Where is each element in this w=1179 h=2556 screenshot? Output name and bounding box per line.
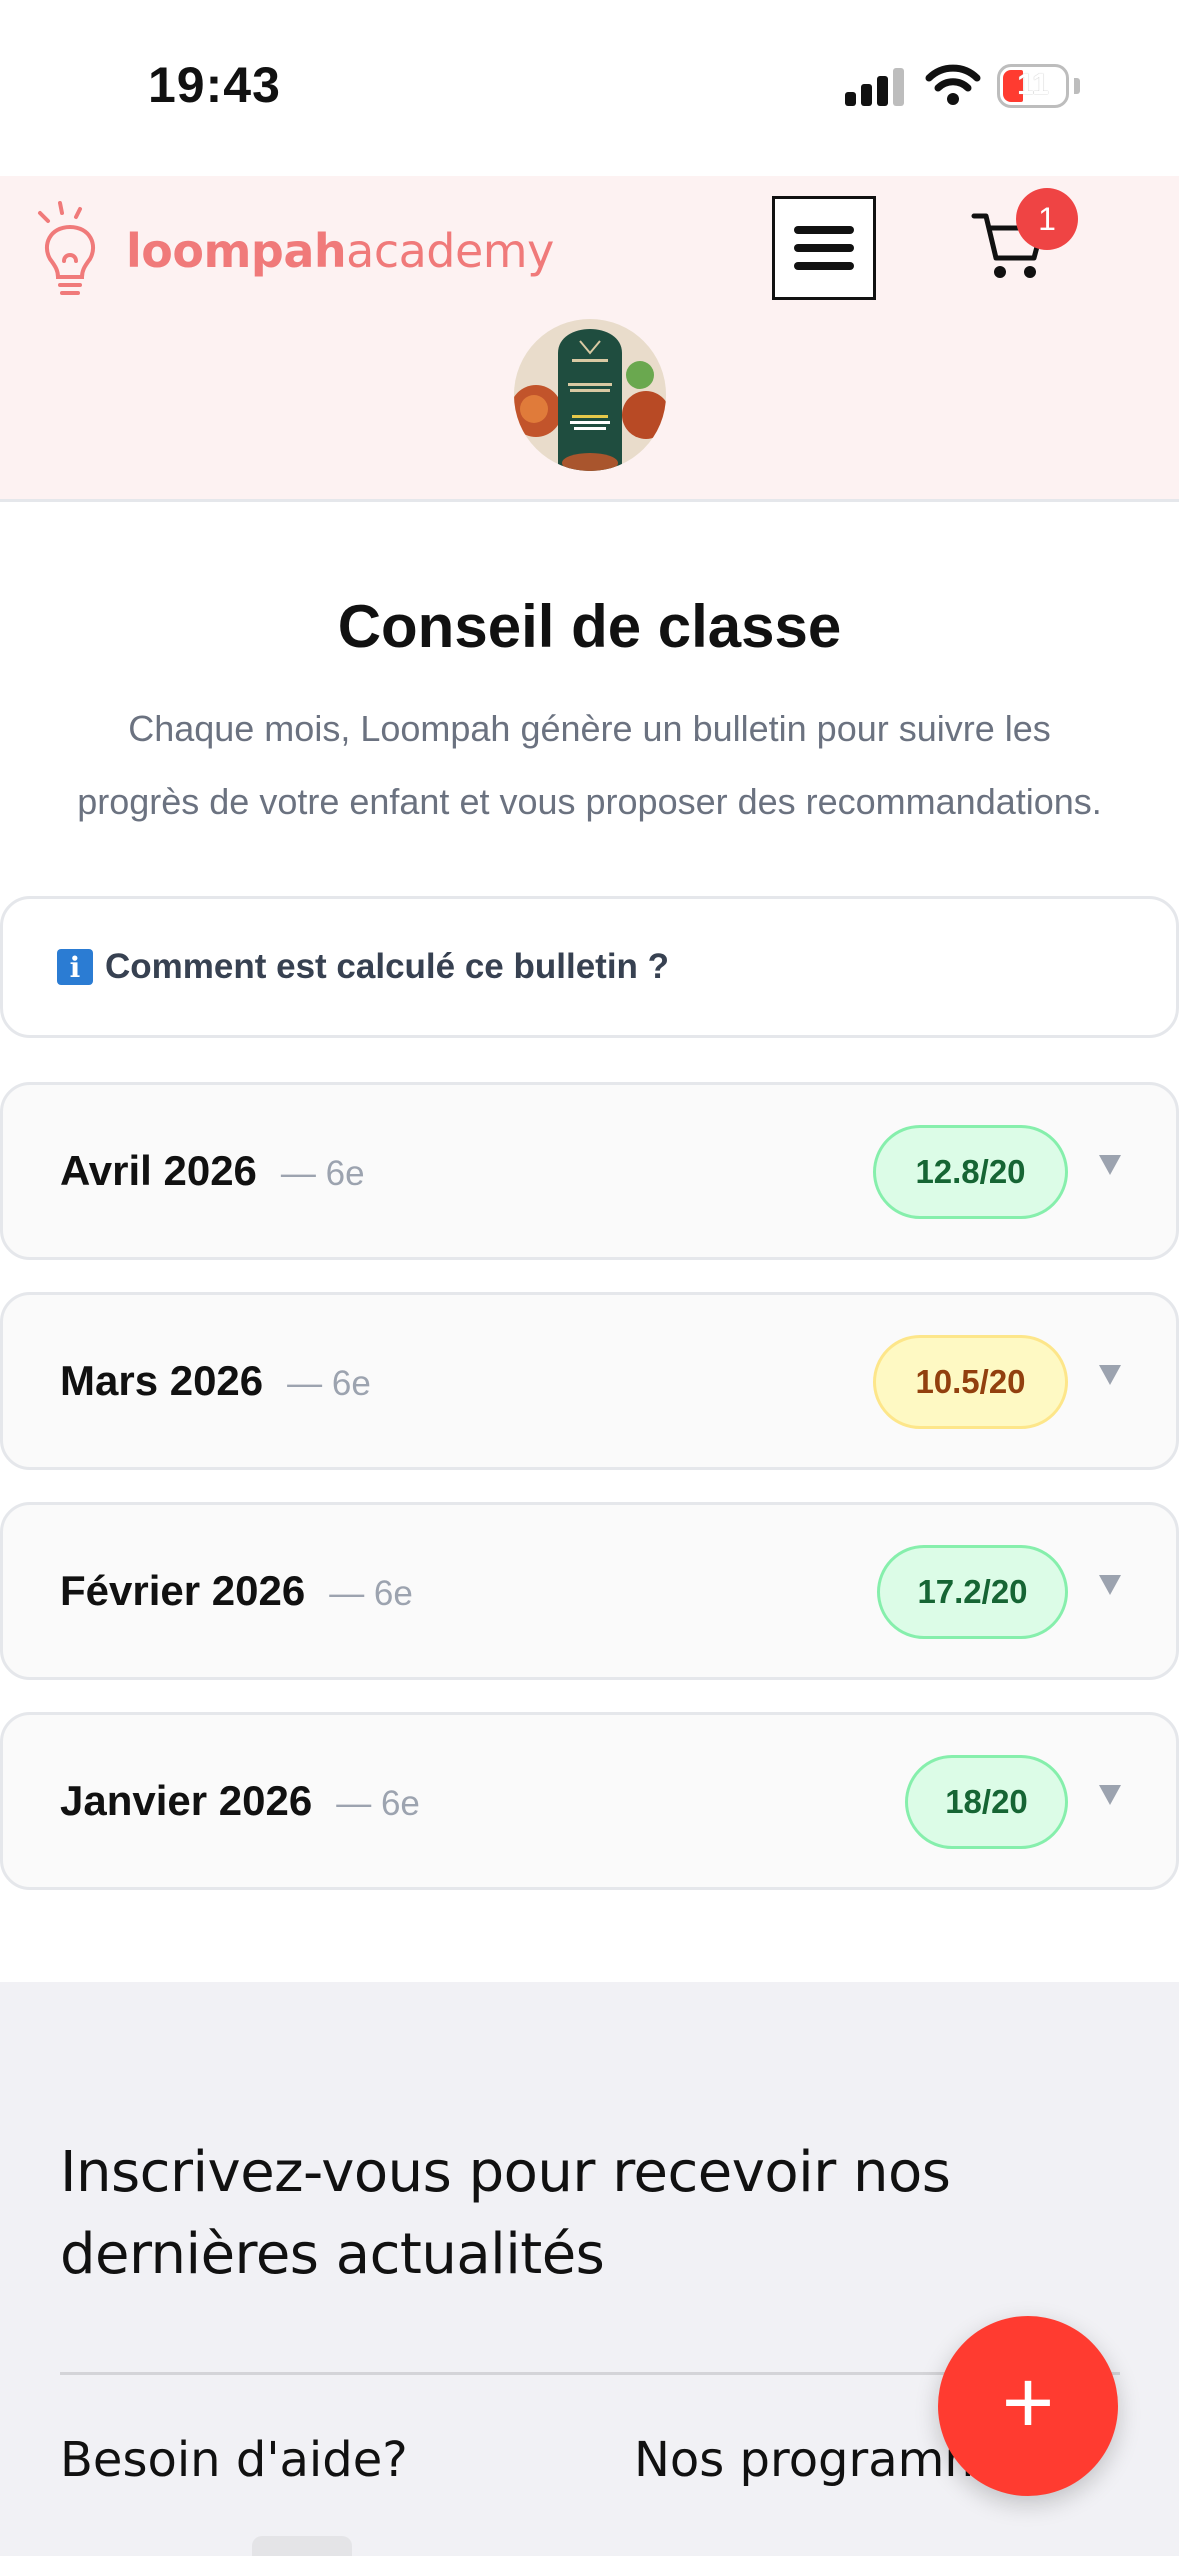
- signal-icon: [845, 66, 905, 106]
- report-month: Février 2026: [60, 1567, 306, 1614]
- site-header: loompahacademy 1: [0, 176, 1179, 502]
- report-month: Mars 2026: [60, 1357, 264, 1404]
- battery-icon: 11: [997, 64, 1069, 108]
- report-card-april[interactable]: Avril 2026 — 6e 12.8/20: [0, 1082, 1179, 1260]
- score-badge: 18/20: [905, 1755, 1068, 1849]
- avatar-image: [514, 319, 666, 471]
- info-label: Comment est calculé ce bulletin ?: [105, 947, 670, 986]
- battery-level: 11: [1017, 68, 1049, 101]
- status-bar: 19:43 11: [0, 0, 1179, 176]
- menu-icon: [794, 226, 854, 234]
- report-level: — 6e: [280, 1154, 365, 1193]
- newsletter-title: Inscrivez-vous pour recevoir nos dernièr…: [60, 2140, 951, 2287]
- chevron-down-icon[interactable]: [1099, 1155, 1121, 1175]
- wifi-icon: [925, 64, 981, 105]
- chevron-down-icon[interactable]: [1099, 1575, 1121, 1595]
- report-card-march[interactable]: Mars 2026 — 6e 10.5/20: [0, 1292, 1179, 1470]
- lightbulb-logo-icon: [38, 201, 96, 295]
- avatar[interactable]: [514, 319, 666, 471]
- score-badge: 10.5/20: [873, 1335, 1068, 1429]
- cart-count-badge: 1: [1016, 188, 1078, 250]
- chevron-down-icon[interactable]: [1099, 1365, 1121, 1385]
- page-title: Conseil de classe: [337, 593, 842, 660]
- info-icon: i: [57, 949, 93, 985]
- report-level: — 6e: [329, 1574, 413, 1613]
- logo[interactable]: loompahacademy: [30, 196, 554, 306]
- logo-text-bold: loompah: [126, 224, 347, 278]
- logo-text-light: academy: [346, 224, 554, 278]
- page-intro: Chaque mois, Loompah génère un bulletin …: [77, 708, 1102, 822]
- report-month: Avril 2026: [60, 1147, 257, 1194]
- chevron-down-icon[interactable]: [1099, 1785, 1121, 1805]
- plus-icon: +: [1001, 2353, 1055, 2453]
- report-level: — 6e: [336, 1784, 420, 1823]
- bulletin-info-toggle[interactable]: i Comment est calculé ce bulletin ?: [0, 896, 1179, 1038]
- menu-button[interactable]: [772, 196, 876, 300]
- add-button[interactable]: +: [938, 2316, 1118, 2496]
- score-badge: 12.8/20: [873, 1125, 1068, 1219]
- report-month: Janvier 2026: [60, 1777, 313, 1824]
- report-card-february[interactable]: Février 2026 — 6e 17.2/20: [0, 1502, 1179, 1680]
- report-card-january[interactable]: Janvier 2026 — 6e 18/20: [0, 1712, 1179, 1890]
- status-time: 19:43: [148, 57, 281, 113]
- score-badge: 17.2/20: [877, 1545, 1068, 1639]
- report-level: — 6e: [287, 1364, 371, 1403]
- footer-help-heading[interactable]: Besoin d'aide?: [60, 2432, 408, 2488]
